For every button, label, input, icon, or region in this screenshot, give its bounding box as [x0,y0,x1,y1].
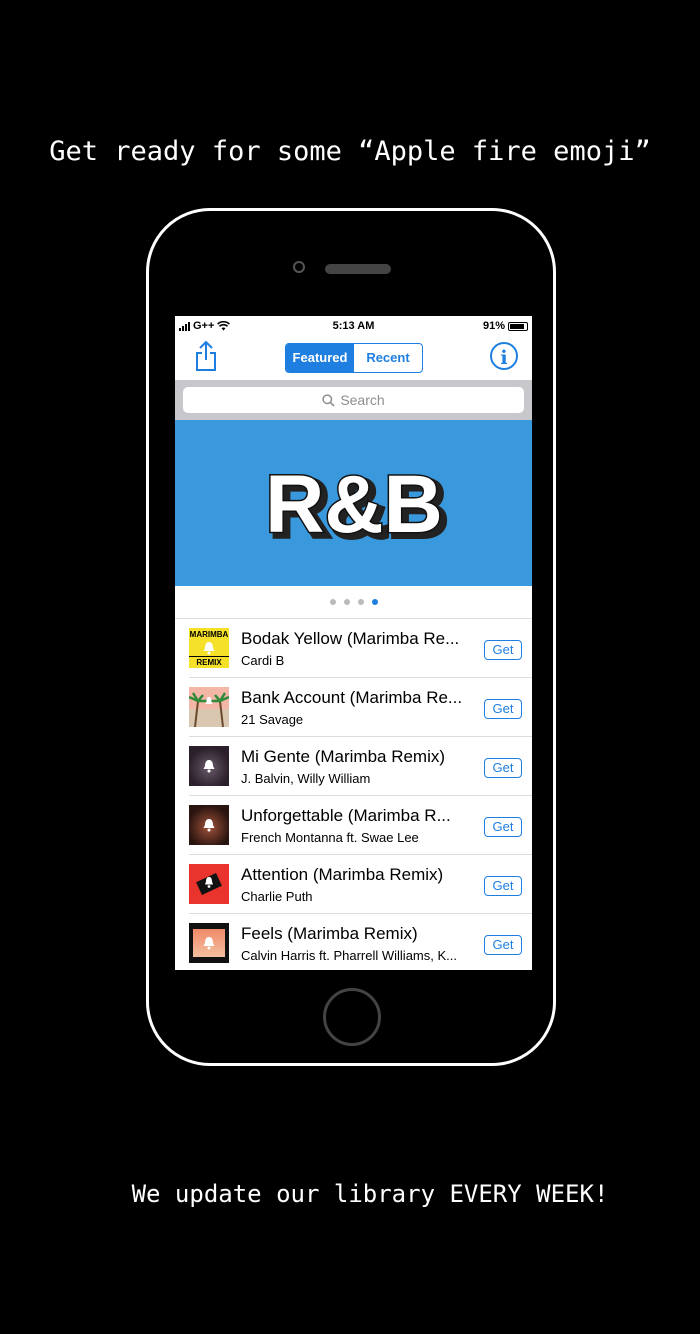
get-button[interactable]: Get [484,876,522,896]
list-item[interactable]: Mi Gente (Marimba Remix) J. Balvin, Will… [189,737,532,796]
wifi-icon [217,321,231,331]
battery-icon [508,321,528,331]
search-bar: Search [175,380,532,420]
song-artist: Cardi B [241,652,285,668]
art-text-bottom: REMIX [189,656,229,668]
page-dot [343,599,350,605]
signal-icon [179,321,190,331]
front-camera [293,261,305,273]
list-item[interactable]: Feels (Marimba Remix) Calvin Harris ft. … [189,914,532,970]
home-button[interactable] [323,988,381,1046]
tab-recent[interactable]: Recent [354,344,422,372]
album-art [189,746,229,786]
song-title: Bank Account (Marimba Re... [241,687,463,707]
song-title: Feels (Marimba Remix) [241,923,418,943]
page-dot [329,599,336,605]
search-placeholder: Search [340,392,385,408]
search-icon [322,393,335,407]
nav-bar: Featured Recent i [175,336,532,380]
list-item[interactable]: Bank Account (Marimba Re... 21 Savage Ge… [189,678,532,737]
featured-banner[interactable]: R&B R&B [175,420,532,586]
album-art [189,805,229,845]
page-dot-active [371,599,378,605]
bell-icon [203,937,215,950]
song-artist: Charlie Puth [241,888,313,904]
app-screen: G++ 5:13 AM 91% Featured Recent i Search… [175,316,532,970]
info-icon[interactable]: i [490,342,518,370]
segmented-control: Featured Recent [285,343,423,373]
song-artist: J. Balvin, Willy William [241,770,371,786]
art-text-top: MARIMBA [189,630,229,639]
album-art [189,864,229,904]
list-item[interactable]: Attention (Marimba Remix) Charlie Puth G… [189,855,532,914]
share-icon[interactable] [195,340,217,372]
palm-trees-icon [189,692,229,727]
search-input[interactable]: Search [183,387,524,413]
album-art: MARIMBA REMIX [189,628,229,668]
song-title: Unforgettable (Marimba R... [241,805,451,825]
page-indicator[interactable] [175,586,532,618]
status-time: 5:13 AM [332,320,375,332]
song-title: Mi Gente (Marimba Remix) [241,746,446,766]
battery-percent: 91% [482,320,505,332]
bell-icon [196,873,222,895]
carrier-label: G++ [193,320,215,332]
album-art [189,923,229,963]
song-artist: 21 Savage [241,711,304,727]
get-button[interactable]: Get [484,817,522,837]
get-button[interactable]: Get [484,640,522,660]
get-button[interactable]: Get [484,699,522,719]
album-art [189,687,229,727]
get-button[interactable]: Get [484,758,522,778]
bell-icon [203,642,215,655]
headline: Get ready for some “Apple fire emoji” [49,136,651,167]
page-dot [357,599,364,605]
song-artist: French Montanna ft. Swae Lee [241,829,419,845]
banner-title: R&B R&B [263,458,450,558]
song-title: Attention (Marimba Remix) [241,864,444,884]
song-title: Bodak Yellow (Marimba Re... [241,628,460,648]
footer-text: We update our library EVERY WEEK! [131,1180,609,1208]
list-item[interactable]: Unforgettable (Marimba R... French Monta… [189,796,532,855]
list-item[interactable]: MARIMBA REMIX Bodak Yellow (Marimba Re..… [189,619,532,678]
bell-icon [203,819,215,832]
status-bar: G++ 5:13 AM 91% [175,316,532,336]
earpiece-speaker [325,264,391,274]
song-artist: Calvin Harris ft. Pharrell Williams, K..… [241,947,457,963]
banner-title-text: R&B [265,459,443,550]
song-list: MARIMBA REMIX Bodak Yellow (Marimba Re..… [175,618,532,970]
get-button[interactable]: Get [484,935,522,955]
bell-icon [203,760,215,773]
tab-featured[interactable]: Featured [286,344,354,372]
